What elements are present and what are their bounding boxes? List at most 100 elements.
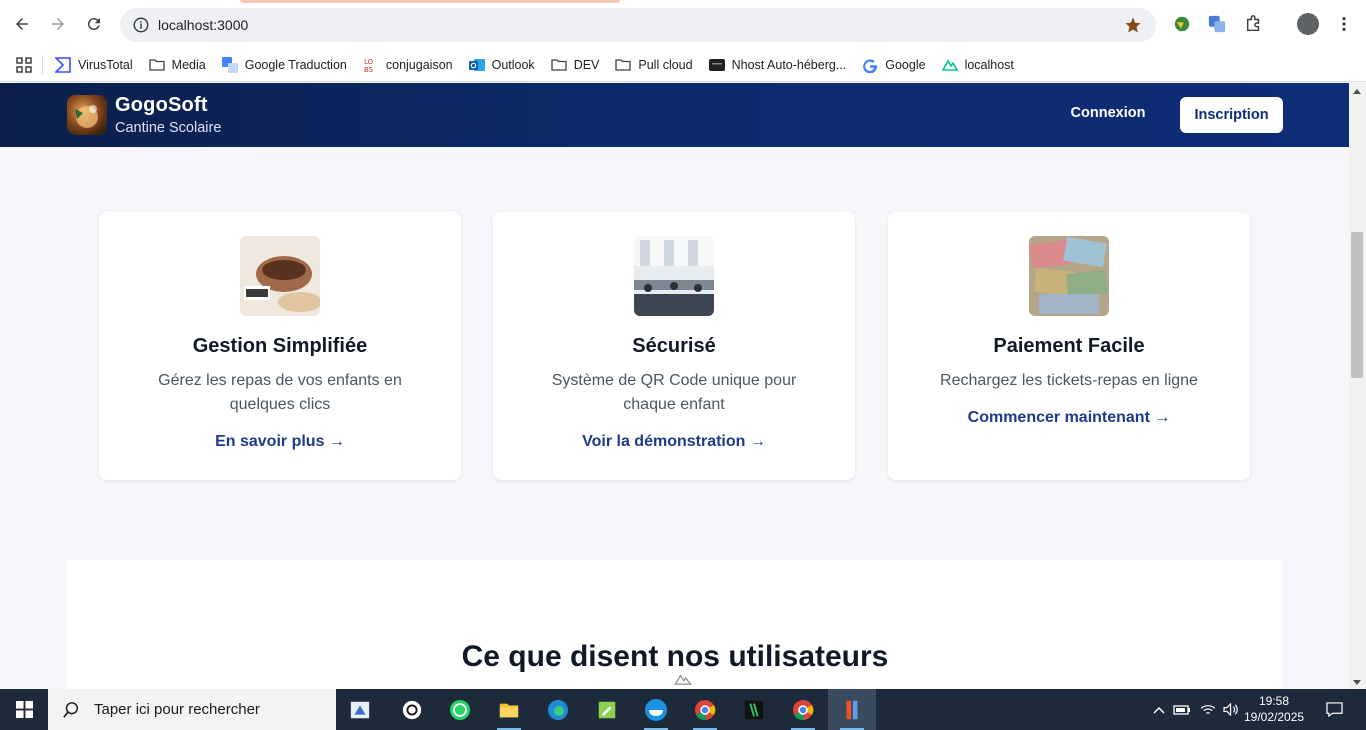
bookmarks-bar: VirusTotal Media Google Traduction LO BS … <box>0 48 1366 82</box>
nhost-icon <box>708 58 725 71</box>
bookmark-outlook[interactable]: Outlook <box>461 52 543 78</box>
get-started-link[interactable]: Commencer maintenant → <box>888 409 1250 427</box>
conjugaison-icon: LOBS <box>364 58 374 73</box>
back-button[interactable] <box>8 10 36 38</box>
wifi-icon[interactable] <box>1198 689 1218 730</box>
svg-text:LO: LO <box>364 58 374 66</box>
bookmark-label: DEV <box>573 57 600 72</box>
taskbar-app-chatgpt[interactable] <box>388 689 436 730</box>
taskbar-app-chrome-profile[interactable] <box>681 689 729 730</box>
taskbar-app-paint[interactable] <box>336 689 384 730</box>
taskbar-app-docker[interactable] <box>632 689 680 730</box>
chatgpt-icon <box>402 700 422 719</box>
arrow-left-icon <box>16 18 28 30</box>
bookmark-google-traduction[interactable]: Google Traduction <box>214 52 355 78</box>
folder-icon <box>499 703 519 717</box>
brand-subtitle: Cantine Scolaire <box>115 120 222 136</box>
taskbar-app-whatsapp[interactable] <box>436 689 484 730</box>
scroll-down-arrow-icon[interactable] <box>1353 680 1361 685</box>
bookmark-label: Media <box>171 57 206 72</box>
nuxt-icon <box>941 58 958 71</box>
scrollbar-thumb[interactable] <box>1351 232 1363 378</box>
extensions-puzzle-icon[interactable] <box>1244 14 1264 34</box>
show-hidden-icons-chevron-icon[interactable] <box>1150 689 1168 730</box>
profile-avatar[interactable] <box>1297 13 1319 35</box>
apps-grid-icon[interactable] <box>0 52 38 78</box>
login-link[interactable]: Connexion <box>1060 105 1156 121</box>
volume-icon[interactable] <box>1220 689 1242 730</box>
whatsapp-icon <box>450 699 470 720</box>
feature-description: Rechargez les tickets-repas en ligne <box>940 372 1198 389</box>
docker-icon <box>645 698 667 721</box>
taskbar: Taper ici pour rechercher 19:58 19/02/20… <box>0 689 1366 730</box>
extension-globe-icon[interactable] <box>1172 14 1192 34</box>
brand[interactable]: GogoSoft Cantine Scolaire <box>115 94 221 136</box>
bookmark-label: Nhost Auto-héberg... <box>731 57 847 72</box>
taskbar-app-vim[interactable] <box>730 689 778 730</box>
google-icon <box>863 58 878 73</box>
feature-title: Paiement Facile <box>993 335 1145 357</box>
forward-button[interactable] <box>44 10 72 38</box>
battery-icon[interactable] <box>1172 689 1192 730</box>
folder-icon <box>551 58 567 71</box>
folder-icon <box>615 58 632 71</box>
paint-icon <box>350 701 370 718</box>
bookmark-conjugaison[interactable]: LO BS conjugaison <box>355 52 461 78</box>
feature-card-securise: Sécurisé Système de QR Code unique pour … <box>493 212 855 480</box>
search-icon <box>63 701 79 718</box>
bookmark-label: conjugaison <box>385 57 453 72</box>
chrome-icon <box>695 699 716 720</box>
taskbar-clock[interactable]: 19:58 19/02/2025 <box>1244 693 1304 725</box>
taskbar-app-active[interactable] <box>828 689 876 730</box>
google-translate-icon <box>221 56 238 73</box>
bookmark-virustotal[interactable]: VirusTotal <box>47 52 141 78</box>
address-bar[interactable]: localhost:3000 <box>120 8 1156 42</box>
learn-more-link[interactable]: En savoir plus → <box>99 433 461 451</box>
bookmark-localhost[interactable]: localhost <box>934 52 1022 78</box>
scroll-up-arrow-icon[interactable] <box>1353 89 1361 94</box>
reload-icon <box>87 18 100 31</box>
demo-link[interactable]: Voir la démonstration → <box>493 433 855 451</box>
menu-kebab-icon[interactable] <box>1334 14 1354 34</box>
page-scrollbar[interactable] <box>1349 83 1366 689</box>
feature-card-gestion: Gestion Simplifiée Gérez les repas de vo… <box>99 212 461 480</box>
tab-accent <box>240 0 620 3</box>
bookmark-media[interactable]: Media <box>141 52 214 78</box>
feature-description: Système de QR Code unique pour chaque en… <box>551 372 797 413</box>
virustotal-icon <box>55 56 71 73</box>
bookmark-dev[interactable]: DEV <box>543 52 608 78</box>
folder-icon <box>149 58 165 71</box>
bookmark-pull-cloud[interactable]: Pull cloud <box>607 52 700 78</box>
nuxt-devtools-icon <box>674 674 692 685</box>
notifications-icon[interactable] <box>1318 689 1350 730</box>
dev-tools-badge[interactable] <box>666 668 700 689</box>
windows-start-button[interactable] <box>0 689 48 730</box>
edge-icon <box>548 699 568 720</box>
svg-text:BS: BS <box>364 66 374 73</box>
taskbar-search[interactable]: Taper ici pour rechercher <box>48 689 336 730</box>
clock-time: 19:58 <box>1258 694 1290 708</box>
feature-image-office <box>634 236 714 316</box>
bookmark-nhost[interactable]: Nhost Auto-héberg... <box>701 52 855 78</box>
app-icon <box>846 700 858 719</box>
site-info-icon[interactable] <box>132 16 150 34</box>
reload-button[interactable] <box>80 10 108 38</box>
taskbar-app-file-explorer[interactable] <box>485 689 533 730</box>
feature-description: Gérez les repas de vos enfants en quelqu… <box>158 372 402 413</box>
outlook-icon <box>468 58 485 71</box>
signup-button[interactable]: Inscription <box>1180 97 1283 133</box>
arrow-right-icon <box>52 18 64 30</box>
taskbar-app-notepad[interactable] <box>583 689 631 730</box>
bookmark-label: Google Traduction <box>244 57 347 72</box>
extension-translate-icon[interactable] <box>1207 14 1227 34</box>
bookmark-label: Pull cloud <box>638 57 693 72</box>
taskbar-app-chrome[interactable] <box>779 689 827 730</box>
bookmark-google[interactable]: Google <box>854 52 933 78</box>
url-text[interactable]: localhost:3000 <box>158 17 248 33</box>
taskbar-app-edge[interactable] <box>534 689 582 730</box>
windows-logo-icon <box>15 701 33 718</box>
bookmark-label: Google <box>885 57 926 72</box>
bookmark-star-icon[interactable] <box>1124 16 1142 34</box>
brand-logo[interactable] <box>67 95 107 135</box>
feature-title: Sécurisé <box>632 335 716 357</box>
